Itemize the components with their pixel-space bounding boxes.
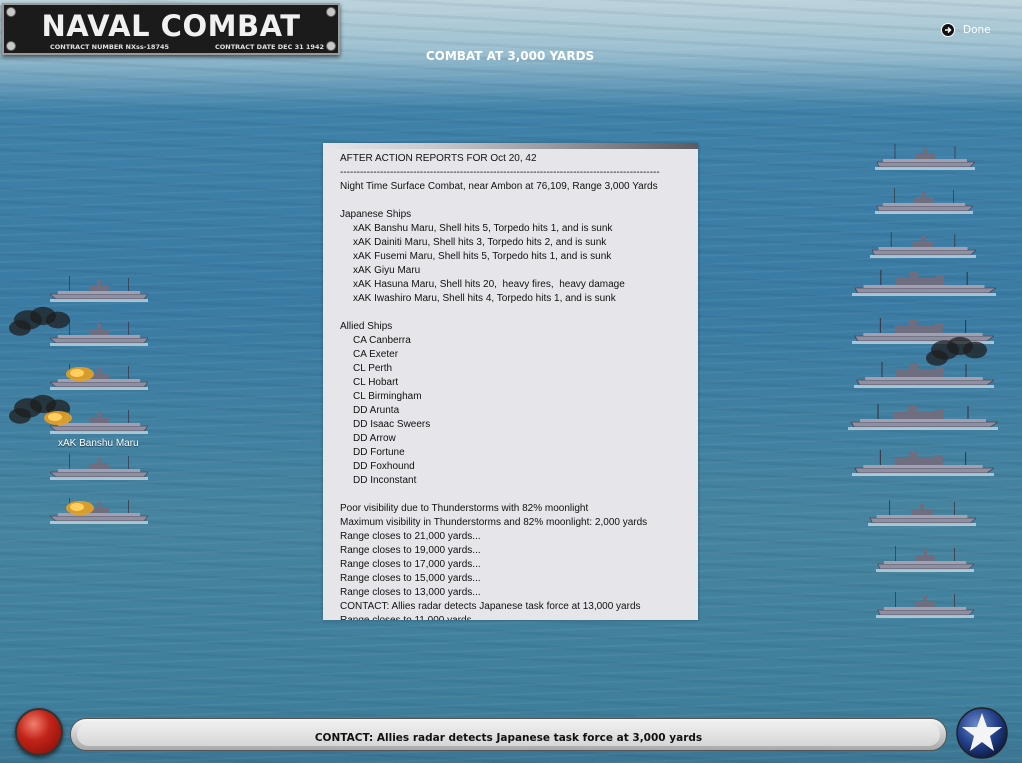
allied-ship[interactable] <box>848 400 1000 430</box>
report-line: xAK Giyu Maru <box>353 265 421 276</box>
report-line <box>340 488 688 502</box>
allied-star-emblem-icon[interactable] <box>956 707 1008 759</box>
report-line: Allied Ships <box>340 321 393 332</box>
status-message: CONTACT: Allies radar detects Japanese t… <box>314 732 703 744</box>
done-label: Done <box>963 24 991 36</box>
report-line: CONTACT: Allies radar detects Japanese t… <box>340 601 641 612</box>
red-stop-button[interactable] <box>15 708 63 756</box>
naval-combat-title-plate: NAVAL COMBAT CONTRACT NUMBER NXss-18745 … <box>2 3 340 55</box>
report-line: CL Birmingham <box>353 391 422 402</box>
report-line <box>340 306 688 320</box>
report-line: AFTER ACTION REPORTS FOR Oct 20, 42 <box>340 153 537 164</box>
report-line: DD Foxhound <box>353 461 415 472</box>
report-line: xAK Iwashiro Maru, Shell hits 4, Torpedo… <box>353 293 616 304</box>
report-line: CA Canberra <box>353 335 411 346</box>
report-line: Maximum visibility in Thunderstorms and … <box>340 517 648 528</box>
allied-ship[interactable] <box>876 542 975 572</box>
arrow-circle-icon <box>941 23 955 37</box>
report-line: DD Arrow <box>353 433 396 444</box>
fire-effect-icon <box>30 476 120 530</box>
contract-date: CONTRACT DATE DEC 31 1942 <box>215 43 324 51</box>
contract-number: CONTRACT NUMBER NXss-18745 <box>50 43 170 51</box>
status-bar: CONTACT: Allies radar detects Japanese t… <box>70 718 947 751</box>
after-action-report-panel[interactable]: AFTER ACTION REPORTS FOR Oct 20, 42 -----… <box>323 143 698 620</box>
report-line: Range closes to 15,000 yards... <box>340 573 481 584</box>
report-line: xAK Banshu Maru, Shell hits 5, Torpedo h… <box>353 223 613 234</box>
contract-info: CONTRACT NUMBER NXss-18745 CONTRACT DATE… <box>10 43 332 53</box>
report-line: ----------------------------------------… <box>340 167 660 178</box>
allied-ship[interactable] <box>870 228 978 258</box>
report-line: DD Fortune <box>353 447 405 458</box>
report-line: Range closes to 13,000 yards... <box>340 587 481 598</box>
report-line: CL Perth <box>353 363 393 374</box>
report-line: Range closes to 17,000 yards... <box>340 559 481 570</box>
smoke-effect-icon <box>925 328 1015 382</box>
allied-ship[interactable] <box>852 446 996 476</box>
report-line: Poor visibility due to Thunderstorms wit… <box>340 503 589 514</box>
report-line: xAK Fusemi Maru, Shell hits 5, Torpedo h… <box>353 251 612 262</box>
report-line: Night Time Surface Combat, near Ambon at… <box>340 181 658 192</box>
report-line: DD Arunta <box>353 405 400 416</box>
smoke-effect-icon <box>8 386 98 440</box>
report-line: Range closes to 11,000 yards... <box>340 614 688 620</box>
report-line: Range closes to 21,000 yards... <box>340 531 481 542</box>
report-line: CA Exeter <box>353 349 399 360</box>
report-line: DD Isaac Sweers <box>353 419 431 430</box>
app-title: NAVAL COMBAT <box>41 9 301 43</box>
report-line <box>340 194 688 208</box>
panel-top-strip <box>323 143 698 149</box>
allied-ship[interactable] <box>875 184 974 214</box>
report-line: DD Inconstant <box>353 475 417 486</box>
report-text: AFTER ACTION REPORTS FOR Oct 20, 42 -----… <box>340 152 688 620</box>
allied-ship[interactable] <box>852 266 998 296</box>
report-line: CL Hobart <box>353 377 399 388</box>
selected-ship-label: xAK Banshu Maru <box>58 438 139 449</box>
report-line: xAK Dainiti Maru, Shell hits 3, Torpedo … <box>353 237 607 248</box>
report-line: Range closes to 19,000 yards... <box>340 545 481 556</box>
allied-ship[interactable] <box>868 496 978 526</box>
allied-ship[interactable] <box>875 140 976 170</box>
combat-range-heading: COMBAT AT 3,000 YARDS <box>425 49 595 63</box>
report-line: xAK Hasuna Maru, Shell hits 20, heavy fi… <box>353 279 625 290</box>
allied-ship[interactable] <box>876 588 975 618</box>
report-line: Japanese Ships <box>340 209 412 220</box>
